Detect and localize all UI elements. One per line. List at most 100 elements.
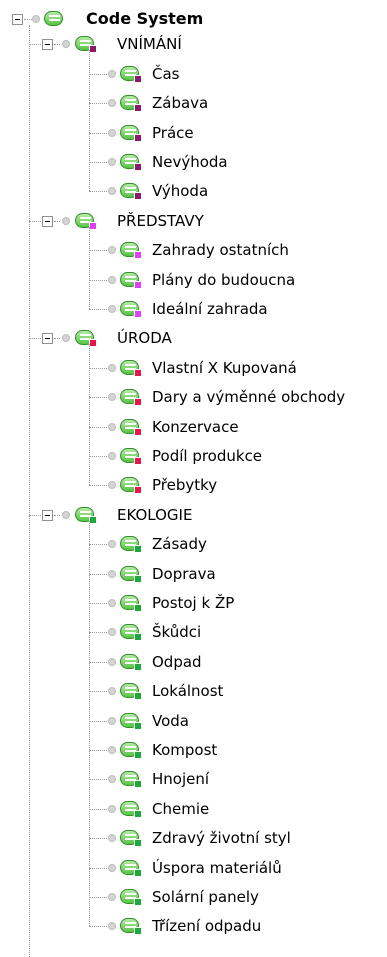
code-label: Hnojení [152,770,210,789]
node-bullet-icon [108,481,116,490]
code-icon [120,829,142,848]
code-label: Škůdci [152,623,202,642]
code-icon [75,329,97,348]
tree-connector [89,838,107,840]
code-icon [120,65,142,83]
group-label: VNÍMÁNÍ [117,35,182,54]
code-icon [44,10,66,28]
code-label: Plány do budoucna [152,270,296,289]
node-bullet-icon [108,187,116,196]
node-bullet-icon [108,922,116,931]
node-bullet-icon [108,128,116,137]
code-label: Chemie [152,799,210,818]
collapse-group-toggle[interactable] [42,509,53,521]
tree-connector [89,750,107,751]
node-bullet-icon [108,893,116,901]
node-bullet-icon [108,834,116,843]
node-bullet-icon [108,158,116,166]
node-bullet-icon [108,657,116,666]
code-label: Podíl produkce [152,447,263,465]
code-icon [120,682,142,701]
tree-connector [29,338,41,340]
code-icon [120,859,142,877]
code-icon [120,565,142,583]
tree-connector [54,514,60,516]
code-icon [120,535,142,554]
tree-connector [89,279,107,281]
collapse-group-toggle[interactable] [42,39,53,51]
tree-connector [29,220,41,222]
tree-connector [29,44,41,46]
code-icon [120,271,142,289]
node-bullet-icon [108,687,116,696]
node-bullet-icon [62,510,70,519]
tree-connector [89,691,107,693]
node-bullet-icon [108,775,116,784]
code-label: Solární panely [152,888,259,906]
node-bullet-icon [62,216,70,225]
tree-connector [89,250,107,252]
code-icon [120,124,142,142]
node-bullet-icon [108,363,116,372]
code-icon [120,359,142,377]
node-bullet-icon [108,422,116,431]
code-label: Výhoda [152,182,209,201]
collapse-code-system-toggle[interactable] [12,14,23,25]
tree-connector [89,720,107,722]
node-bullet-icon [108,804,116,813]
code-system-tree: Code System VNÍMÁNÍ Čas Zábava Práce Nevýhoda… [0,0,387,957]
tree-connector [54,220,60,222]
code-label: Zásady [152,535,207,554]
tree-connector [89,367,107,369]
tree-connector [89,897,107,898]
node-bullet-icon [108,569,116,578]
node-bullet-icon [62,40,70,49]
tree-connector [89,485,107,487]
tree-connector [89,867,107,869]
code-icon [75,506,97,524]
code-icon [120,476,142,495]
code-label: Nevýhoda [152,153,228,171]
tree-connector [89,162,107,163]
code-label: Dary a výměnné obchody [152,388,346,407]
code-icon [120,800,142,818]
code-icon [75,212,97,230]
code-icon [120,418,142,436]
collapse-group-toggle[interactable] [42,215,53,227]
tree-connector [89,50,90,192]
node-bullet-icon [108,99,116,108]
node-bullet-icon [108,275,116,284]
code-icon [120,653,142,671]
tree-connector [89,808,107,810]
code-label: Zdravý životní styl [152,829,291,848]
node-bullet-icon [108,452,116,460]
tree-connector [89,926,107,928]
code-icon [120,241,142,260]
root-label: Code System [86,9,204,28]
code-icon [120,712,142,730]
tree-connector [54,44,60,46]
code-label: Postoj k ŽP [152,594,235,612]
code-icon [120,94,142,113]
code-icon [120,741,142,759]
code-label: Úspora materiálů [152,858,282,877]
node-bullet-icon [108,69,116,78]
tree-connector [89,779,107,781]
tree-connector [89,103,107,105]
collapse-group-toggle[interactable] [42,333,53,345]
code-icon [120,300,142,318]
tree-connector [89,456,107,457]
tree-connector [24,19,32,20]
node-bullet-icon [108,716,116,725]
code-label: Přebytky [152,476,218,495]
tree-connector [89,344,90,486]
code-icon [120,594,142,612]
code-label: Třízení odpadu [152,917,262,936]
code-label: Čas [152,64,180,83]
tree-connector [54,338,60,340]
code-label: Kompost [152,741,218,759]
tree-connector [89,397,107,399]
tree-connector [29,514,41,516]
tree-connector [89,191,107,193]
code-icon [120,917,142,936]
